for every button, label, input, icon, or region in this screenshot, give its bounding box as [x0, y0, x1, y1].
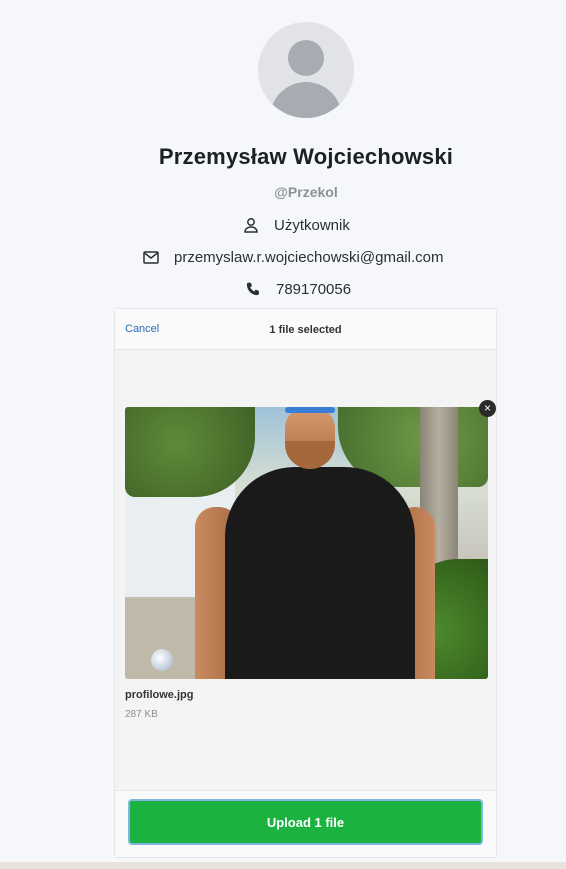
- file-name: profilowe.jpg: [125, 689, 194, 701]
- user-icon: [242, 216, 260, 234]
- photo-tree-left: [125, 407, 255, 497]
- role-row: Użytkownik: [242, 215, 350, 235]
- profile-name: Przemysław Wojciechowski: [158, 144, 454, 169]
- upload-button[interactable]: Upload 1 file: [128, 799, 483, 845]
- file-preview-image: [125, 407, 488, 679]
- close-icon: ×: [483, 401, 491, 415]
- photo-glasses: [285, 407, 335, 413]
- avatar: [258, 22, 354, 118]
- envelope-icon: [142, 248, 160, 266]
- bottom-strip: [0, 862, 566, 869]
- phone-icon: [244, 280, 262, 298]
- remove-file-button[interactable]: ×: [479, 400, 496, 417]
- email-text: przemyslaw.r.wojciechowski@gmail.com: [174, 248, 444, 266]
- upload-dashboard: Cancel 1 file selected × profilowe.jpg 2…: [114, 308, 497, 858]
- file-size: 287 KB: [125, 709, 158, 720]
- avatar-body-shape: [270, 82, 342, 118]
- phone-text: 789170056: [276, 280, 352, 298]
- photo-person: [225, 467, 415, 679]
- photo-beard: [285, 441, 335, 469]
- role-text: Użytkownik: [274, 216, 350, 234]
- dashboard-footer: Upload 1 file: [115, 790, 496, 857]
- profile-handle: @Przekol: [274, 184, 338, 200]
- avatar-head-shape: [288, 40, 324, 76]
- photo-ball: [151, 649, 173, 671]
- dashboard-header: Cancel 1 file selected: [115, 309, 496, 350]
- phone-row: 789170056: [244, 279, 351, 299]
- email-row: przemyslaw.r.wojciechowski@gmail.com: [142, 247, 443, 267]
- selection-status: 1 file selected: [269, 324, 342, 336]
